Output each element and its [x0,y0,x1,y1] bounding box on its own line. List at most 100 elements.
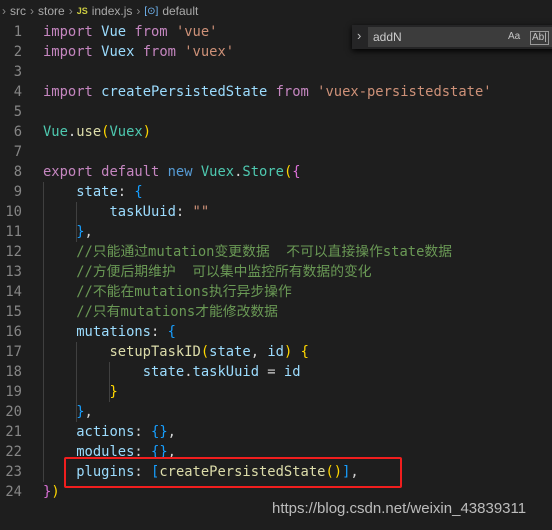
code-line: 8 export default new Vuex.Store({ [0,162,552,182]
code-token: . [67,124,77,140]
line-number: 2 [13,44,22,60]
code-token: { [300,344,309,360]
code-text: } [43,382,117,402]
code-text: state: { [43,182,142,202]
breadcrumb-store[interactable]: store [38,4,65,18]
code-token: actions [76,424,135,440]
line-number: 4 [13,84,22,100]
code-token: state [142,364,185,380]
code-line: 19 } [0,382,552,402]
code-token: import [43,44,93,60]
code-token: { [167,324,176,340]
code-token: id [267,344,284,360]
line-number: 19 [5,384,22,400]
breadcrumb-src[interactable]: src [10,4,26,18]
code-line: 21 actions: {}, [0,422,552,442]
code-text: import createPersistedState from 'vuex-p… [43,82,492,102]
highlight-box [64,457,402,488]
chevron-right-icon: › [30,4,34,18]
code-token: createPersistedState [101,84,268,100]
code-token: : [117,184,135,200]
chevron-right-icon: › [136,4,141,18]
line-number: 20 [5,404,22,420]
line-number: 22 [5,444,22,460]
code-line: 16 mutations: { [0,322,552,342]
code-line: 14 //不能在mutations执行异步操作 [0,282,552,302]
code-token: Vuex [101,44,135,60]
toggle-replace-icon[interactable]: › [357,28,361,43]
code-text: }, [43,402,93,422]
code-token: {} [151,424,168,440]
code-text: setupTaskID(state, id) { [43,342,309,362]
code-token: ) [283,344,293,360]
code-token: : [175,204,193,220]
line-number: 15 [5,304,22,320]
code-line: 15 //只有mutations才能修改数据 [0,302,552,322]
code-line: 10 taskUuid: "" [0,202,552,222]
code-token: Vue [43,124,68,140]
line-number: 24 [5,484,22,500]
code-token: default [101,164,160,180]
watermark: https://blog.csdn.net/weixin_43839311 [272,500,527,517]
whole-word-icon[interactable]: Ab| [530,31,549,45]
code-token: : [134,424,152,440]
code-token: taskUuid [109,204,176,220]
code-text: Vue.use(Vuex) [43,122,151,142]
code-token: , [250,344,268,360]
code-token: import [43,84,93,100]
code-token: ) [142,124,152,140]
breadcrumb-file[interactable]: index.js [92,4,133,18]
line-number: 6 [13,124,22,140]
line-number: 5 [13,104,22,120]
code-token: Vuex [109,124,143,140]
code-token: } [76,224,85,240]
code-token: = [259,364,284,380]
code-token: from [275,84,309,100]
code-token: 'vuex' [184,44,235,60]
code-token: . [184,364,193,380]
code-token: //只能通过mutation变更数据 不可以直接操作state数据 [76,244,452,260]
code-text: //只有mutations才能修改数据 [43,302,278,322]
line-number: 8 [13,164,22,180]
code-line: 11 }, [0,222,552,242]
code-token: from [134,24,168,40]
code-token: state [209,344,251,360]
code-token: state [76,184,118,200]
code-token: //不能在mutations执行异步操作 [76,284,292,300]
code-text: //只能通过mutation变更数据 不可以直接操作state数据 [43,242,452,262]
code-token: new [167,164,193,180]
code-text: taskUuid: "" [43,202,209,222]
code-token: export [43,164,93,180]
code-token: mutations [76,324,151,340]
find-widget: › addN Aa Ab| [352,25,552,49]
line-number: 9 [13,184,22,200]
code-line: 18 state.taskUuid = id [0,362,552,382]
code-line: 4 import createPersistedState from 'vuex-… [0,82,552,102]
code-token: 'vuex-persistedstate' [317,84,492,100]
symbol-variable-icon: [⊙] [144,5,159,17]
match-case-icon[interactable]: Aa [508,27,520,47]
code-text: state.taskUuid = id [43,362,301,382]
breadcrumb: › src › store › JS index.js › [⊙] defaul… [0,0,552,22]
line-number: 11 [5,224,22,240]
code-token: ) [51,484,60,500]
code-token: 'vue' [175,24,218,40]
line-number: 18 [5,364,22,380]
find-input[interactable]: addN [368,27,552,47]
code-text: }) [43,482,60,502]
code-token: Store [242,164,284,180]
breadcrumb-symbol[interactable]: default [162,4,198,18]
